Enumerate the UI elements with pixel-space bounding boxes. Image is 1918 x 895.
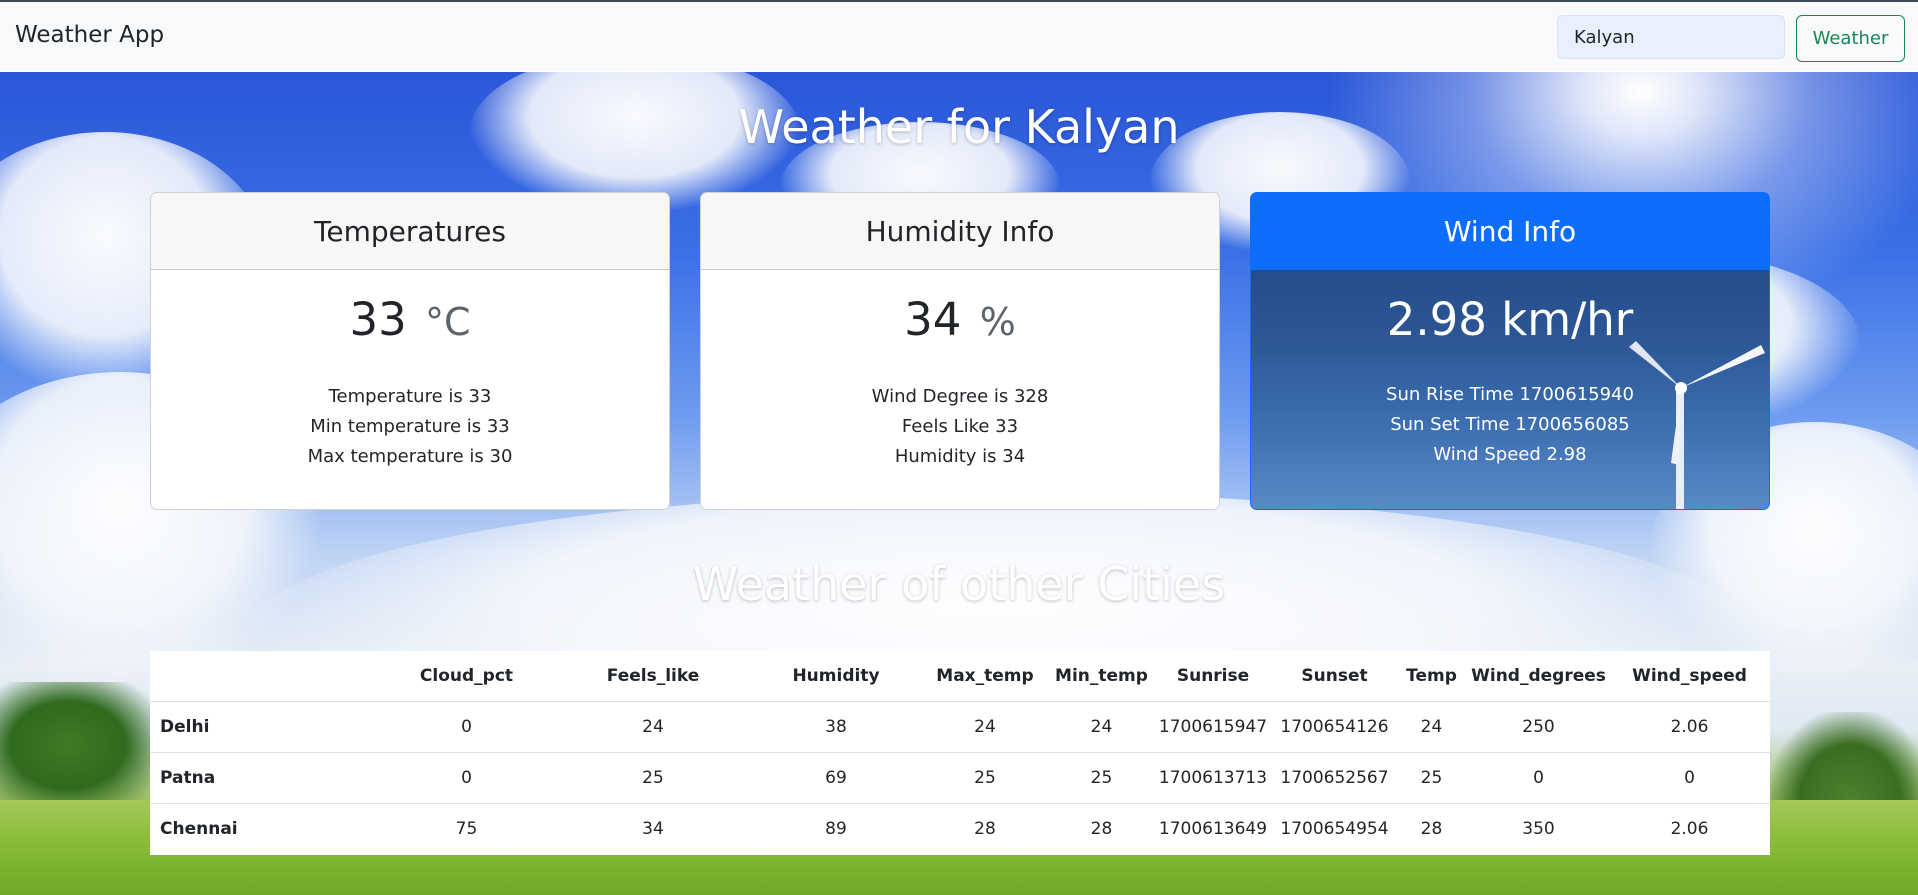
city-name: Patna [150,752,380,804]
table-cell: 1700654126 [1274,701,1395,753]
table-cell: 25 [553,752,753,804]
table-cell: 38 [753,701,919,753]
column-header: Sunset [1274,651,1395,702]
humidity-card-header: Humidity Info [701,193,1219,270]
feels-like-line: Feels Like 33 [901,416,1019,437]
table-cell: 24 [1051,701,1152,753]
table-row: Chennai 75 34 89 28 28 1700613649 170065… [150,804,1770,855]
min-temperature-line: Min temperature is 33 [310,416,510,437]
column-header [150,651,380,702]
temperature-number: 33 [349,293,407,346]
table-cell: 0 [380,752,553,804]
column-header: Temp [1395,651,1468,702]
column-header: Wind_speed [1609,651,1770,702]
weather-search-button[interactable]: Weather [1796,15,1905,62]
table-cell: 28 [1420,819,1443,839]
table-row: Delhi 0 24 38 24 24 1700615947 170065412… [150,701,1770,753]
table-cell: 25 [1395,752,1468,804]
humidity-unit: % [979,300,1016,344]
page-title: Weather for Kalyan [738,100,1180,154]
temperature-unit: °C [425,300,471,344]
table-cell: 75 [455,819,478,839]
table-cell: 89 [825,819,847,839]
table-cell: 24 [553,701,753,753]
temperature-details: Temperature is 33 Min temperature is 33 … [151,382,669,472]
humidity-details: Wind Degree is 328 Feels Like 33 Humidit… [701,382,1219,472]
table-cell: 28 [974,819,996,839]
column-header: Feels_like [553,651,753,702]
humidity-card: Humidity Info 34 % Wind Degree is 328 Fe… [700,192,1220,510]
column-header: Max_temp [919,651,1051,702]
table-cell: 1700613649 [1158,819,1268,839]
column-header: Min_temp [1051,651,1152,702]
table-cell: 2.06 [1670,819,1709,839]
table-cell: 0 [380,701,553,753]
brand-link[interactable]: Weather App [15,22,164,48]
table-cell: 24 [1395,701,1468,753]
humidity-line: Humidity is 34 [894,446,1026,467]
navbar: Weather App Weather [0,0,1918,71]
table-cell: 28 [1090,819,1113,839]
max-temperature-line: Max temperature is 30 [307,446,513,467]
table-cell: 69 [753,752,919,804]
wind-details: Sun Rise Time 1700615940 Sun Set Time 17… [1251,380,1769,470]
table-cell: 1700613713 [1152,752,1274,804]
city-name: Chennai [160,819,238,839]
table-cell: 34 [642,819,664,839]
city-name: Delhi [150,701,380,753]
column-header: Cloud_pct [380,651,553,702]
table-cell: 0 [1609,752,1770,804]
column-header: Wind_degrees [1468,651,1609,702]
column-header: Humidity [753,651,919,702]
sunrise-line: Sun Rise Time 1700615940 [1386,384,1634,405]
table-cell: 2.06 [1609,701,1770,753]
table-cell: 0 [1468,752,1609,804]
humidity-card-body: 34 % Wind Degree is 328 Feels Like 33 Hu… [701,270,1219,472]
wind-card: Wind Info 2.98 km/hr Sun Rise Time 17006… [1250,192,1770,510]
temperatures-card: Temperatures 33 °C Temperature is 33 Min… [150,192,670,510]
wind-card-header: Wind Info [1251,193,1769,270]
table-cell: 24 [919,701,1051,753]
wind-speed-line: Wind Speed 2.98 [1433,444,1587,465]
temperature-line: Temperature is 33 [328,386,492,407]
temperatures-card-body: 33 °C Temperature is 33 Min temperature … [151,270,669,472]
temperatures-card-header: Temperatures [151,193,669,270]
table-cell: 25 [1051,752,1152,804]
table-cell: 1700654954 [1280,819,1389,839]
temperature-value: 33 °C [151,290,669,352]
column-header: Sunrise [1152,651,1274,702]
sunset-line: Sun Set Time 1700656085 [1390,414,1630,435]
table-cell: 25 [919,752,1051,804]
table-cell: 1700652567 [1274,752,1395,804]
city-search-input[interactable] [1557,15,1785,59]
wind-degree-line: Wind Degree is 328 [871,386,1049,407]
other-cities-table: Cloud_pct Feels_like Humidity Max_temp M… [150,651,1770,855]
humidity-value: 34 % [701,290,1219,352]
table-cell: 250 [1468,701,1609,753]
table-header-row: Cloud_pct Feels_like Humidity Max_temp M… [150,651,1770,702]
table-row: Patna 0 25 69 25 25 1700613713 170065256… [150,752,1770,804]
table-cell: 1700615947 [1152,701,1274,753]
other-cities-title: Weather of other Cities [692,557,1226,611]
humidity-number: 34 [904,293,962,346]
table-cell: 350 [1522,819,1555,839]
